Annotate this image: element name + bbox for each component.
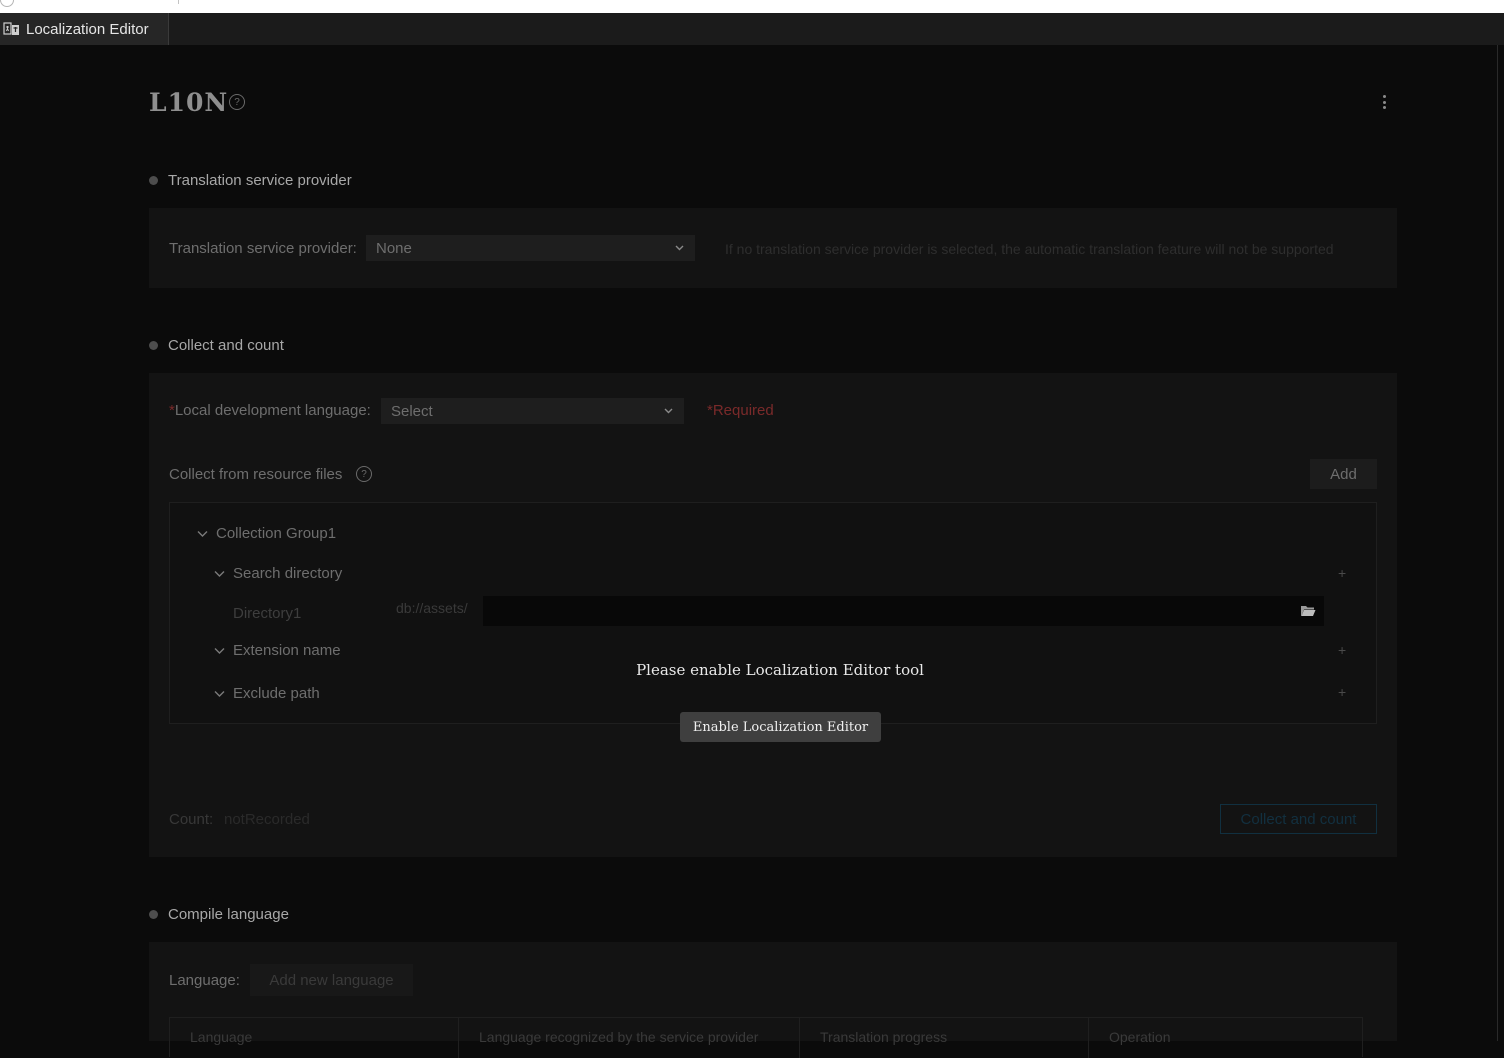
kebab-menu-icon[interactable] <box>1376 93 1392 111</box>
collection-group[interactable]: Collection Group1 <box>197 525 336 542</box>
tab-localization-editor[interactable]: Localization Editor <box>0 13 169 45</box>
column-header-operation: Operation <box>1109 1029 1171 1045</box>
directory-path-input[interactable] <box>483 596 1324 626</box>
add-extension-button[interactable]: + <box>1338 642 1346 658</box>
bullet-dot <box>149 341 158 350</box>
caret-down-icon <box>214 647 225 654</box>
add-directory-button[interactable]: + <box>1338 565 1346 581</box>
enable-tool-message: Please enable Localization Editor tool <box>636 661 924 679</box>
language-label: Language: <box>169 972 240 989</box>
column-header-progress: Translation progress <box>800 1018 1089 1058</box>
local-language-select[interactable]: Select <box>381 398 684 424</box>
section-translation-provider: Translation service provider <box>149 172 352 189</box>
section-compile-language: Compile language <box>149 906 289 923</box>
count-value: notRecorded <box>224 811 310 828</box>
collection-tree: Collection Group1 Search directory + Dir… <box>169 502 1377 724</box>
count-label: Count: <box>169 811 214 828</box>
bullet-dot <box>149 176 158 185</box>
exclude-path-node[interactable]: Exclude path <box>214 685 320 702</box>
top-chrome-strip <box>0 0 1504 13</box>
language-table-header: Language Language recognized by the serv… <box>169 1017 1363 1058</box>
collect-and-count-button[interactable]: Collect and count <box>1220 804 1377 834</box>
caret-down-icon <box>214 570 225 577</box>
translation-provider-select[interactable]: None <box>366 235 695 261</box>
add-new-language-button[interactable]: Add new language <box>250 964 413 996</box>
chevron-down-icon <box>664 408 673 414</box>
caret-down-icon <box>197 530 208 537</box>
caret-down-icon <box>214 690 225 697</box>
search-directory-node[interactable]: Search directory <box>214 565 342 582</box>
enable-localization-editor-button[interactable]: Enable Localization Editor <box>680 712 881 742</box>
local-language-label: *Local development language: <box>169 402 371 419</box>
compile-language-card: Language: Add new language Language Lang… <box>149 942 1397 1058</box>
column-header-language: Language <box>170 1018 459 1058</box>
localization-icon <box>3 22 19 35</box>
add-button[interactable]: Add <box>1310 459 1377 489</box>
bullet-dot <box>149 910 158 919</box>
chrome-circle-icon <box>0 0 14 7</box>
chrome-divider <box>178 0 184 4</box>
tab-label: Localization Editor <box>26 20 149 38</box>
page-title: L10N <box>149 88 229 117</box>
translation-provider-hint: If no translation service provider is se… <box>725 241 1334 257</box>
extension-name-node[interactable]: Extension name <box>214 642 341 659</box>
vertical-scrollbar[interactable] <box>1494 45 1504 1041</box>
resource-files-label: Collect from resource files <box>169 466 343 483</box>
column-header-service-language: Language recognized by the service provi… <box>459 1018 800 1058</box>
tab-bar: Localization Editor <box>0 13 1504 45</box>
directory-label: Directory1 <box>233 605 302 622</box>
translation-provider-label: Translation service provider: <box>169 240 357 257</box>
section-collect-count: Collect and count <box>149 337 284 354</box>
translation-provider-card: Translation service provider: None If no… <box>149 208 1397 288</box>
question-circle-icon[interactable]: ? <box>356 466 372 482</box>
required-indicator: *Required <box>707 402 774 419</box>
directory-prefix: db://assets/ <box>396 600 468 616</box>
folder-open-icon[interactable] <box>1300 604 1316 617</box>
collect-count-card: *Local development language: Select *Req… <box>149 373 1397 857</box>
chevron-down-icon <box>675 245 684 251</box>
add-exclude-button[interactable]: + <box>1338 684 1346 700</box>
question-circle-icon[interactable]: ? <box>229 94 245 110</box>
